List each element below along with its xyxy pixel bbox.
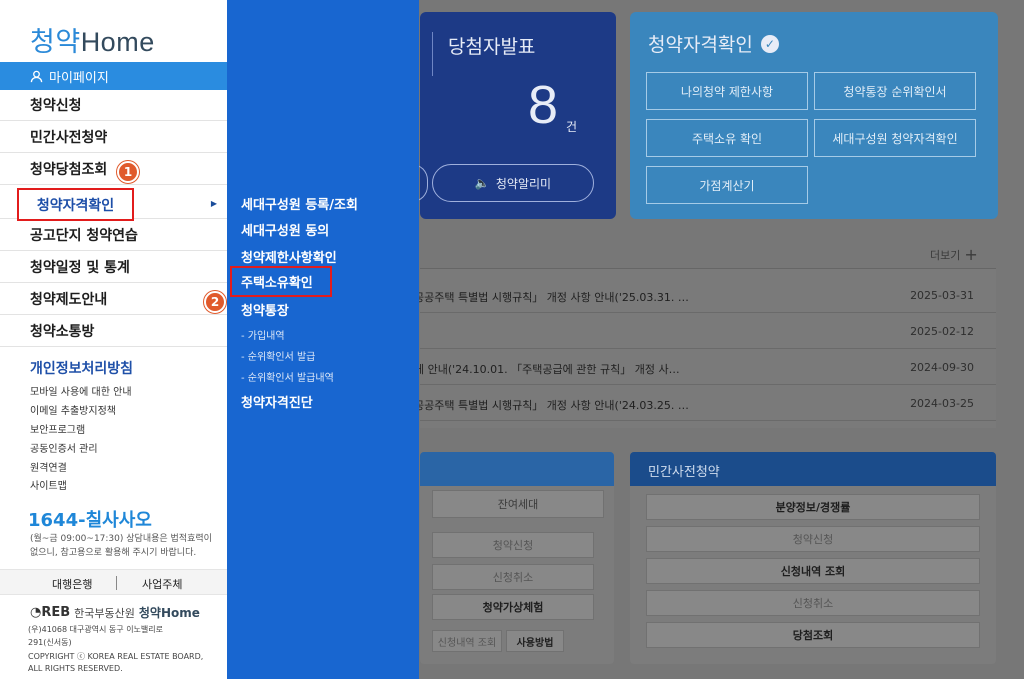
notice-row[interactable]: 공공주택 특별법 시행규칙」 개정 사항 안내('24.03.25. … 202…: [414, 385, 996, 421]
menu-item-system-guide[interactable]: 청약제도안내: [0, 284, 227, 315]
private-presale-panel: 민간사전청약 분양정보/경쟁률 청약신청 신청내역 조회 신청취소 당첨조회: [630, 452, 996, 664]
presale-cancel-button[interactable]: 신청취소: [646, 590, 980, 616]
business-entity-link[interactable]: 사업주체: [142, 576, 182, 592]
menu-item-private-presale[interactable]: 민간사전청약: [0, 122, 227, 153]
notice-date: 2025-02-12: [910, 325, 974, 338]
notice-date: 2025-03-31: [910, 289, 974, 302]
submenu-household-consent[interactable]: 세대구성원 동의: [241, 220, 329, 239]
address-line-2: 291(신서동): [28, 638, 72, 647]
remote-link[interactable]: 원격연결: [30, 459, 67, 474]
qual-title-text: 청약자격확인: [648, 34, 753, 56]
submenu-restriction-check[interactable]: 청약제한사항확인: [241, 247, 337, 266]
footer-site-logo: 청약Home: [139, 604, 200, 621]
howto-button[interactable]: 사용방법: [506, 630, 564, 652]
footer-separator: [116, 576, 117, 590]
copyright: COPYRIGHT ⓒ KOREA REAL ESTATE BOARD,: [28, 652, 204, 661]
plus-icon: +: [964, 245, 978, 264]
mobile-guide-link[interactable]: 모바일 사용에 대한 안내: [30, 383, 132, 398]
menu-item-practice[interactable]: 공고단지 청약연습: [0, 220, 227, 251]
notice-title: 공공주택 특별법 시행규칙」 개정 사항 안내('24.03.25. …: [414, 399, 689, 412]
phone-note: (월~금 09:00~17:30) 상담내용은 법적효력이 없으니, 참고용으로…: [30, 534, 212, 558]
qual-button-rank-certificate[interactable]: 청약통장 순위확인서: [814, 72, 976, 110]
submenu-rank-certificate-history[interactable]: - 순위확인서 발급내역: [241, 369, 334, 384]
winner-announcement-card[interactable]: 당첨자발표 8 건 🔈 청약알리미: [412, 12, 616, 219]
alarm-label: 청약알리미: [495, 176, 552, 191]
phone-number: 1644-칠사사오: [28, 510, 152, 531]
alarm-button[interactable]: 🔈 청약알리미: [432, 164, 594, 202]
footer-org: ◔REB 한국부동산원 청약Home: [30, 604, 200, 621]
submenu-household-register[interactable]: 세대구성원 등록/조회: [241, 194, 358, 213]
submenu-join-history[interactable]: - 가입내역: [241, 327, 285, 342]
apply-panel-header: [420, 452, 614, 486]
menu-item-schedule-stats[interactable]: 청약일정 및 통계: [0, 252, 227, 283]
menu-item-apply[interactable]: 청약신청: [0, 90, 227, 121]
certificate-link[interactable]: 공동인증서 관리: [30, 440, 98, 455]
step-badge-1: 1: [117, 161, 139, 183]
qual-title: 청약자격확인 ✓: [648, 30, 779, 57]
footer-logo-prefix: 청약: [138, 606, 161, 620]
cancel-apply-button[interactable]: 신청취소: [432, 564, 594, 590]
security-program-link[interactable]: 보안프로그램: [30, 421, 85, 436]
qual-button-restrictions[interactable]: 나의청약 제한사항: [646, 72, 808, 110]
submenu-savings-account[interactable]: 청약통장: [241, 300, 289, 319]
menu-item-communication[interactable]: 청약소통방: [0, 316, 227, 347]
notice-list: 공공주택 특별법 시행규칙」 개정 사항 안내('25.03.31. … 202…: [414, 268, 996, 428]
presale-winner-button[interactable]: 당첨조회: [646, 622, 980, 648]
more-label: 더보기: [930, 248, 961, 262]
notice-date: 2024-09-30: [910, 361, 974, 374]
caret-right-icon: ▶: [210, 198, 217, 208]
rights-reserved: ALL RIGHTS RESERVED.: [28, 664, 123, 673]
submenu-rank-certificate[interactable]: - 순위확인서 발급: [241, 348, 315, 363]
org-name: 한국부동산원: [74, 606, 135, 620]
logo-suffix: Home: [80, 27, 155, 57]
submenu-qualification-diagnosis[interactable]: 청약자격진단: [241, 392, 313, 411]
person-icon: [30, 70, 43, 82]
logo-prefix: 청약: [30, 27, 81, 57]
address-line-1: (우)41068 대구광역시 동구 이노밸리로: [28, 625, 163, 634]
remaining-units-button[interactable]: 잔여세대: [432, 490, 604, 518]
privacy-policy-link[interactable]: 개인정보처리방침: [30, 358, 133, 378]
mypage-link[interactable]: 마이페이지: [0, 62, 227, 90]
reb-logo-text: REB: [41, 605, 71, 620]
presale-apply-button[interactable]: 청약신청: [646, 526, 980, 552]
winner-title: 당첨자발표: [448, 36, 536, 58]
card-divider: [432, 32, 433, 76]
notice-title: 공공주택 특별법 시행규칙」 개정 사항 안내('25.03.31. …: [414, 291, 689, 304]
qual-button-household-qualification[interactable]: 세대구성원 청약자격확인: [814, 119, 976, 157]
submenu-home-ownership[interactable]: 주택소유확인: [230, 266, 332, 297]
notice-row[interactable]: 에 안내('24.10.01. 「주택공급에 관한 규칙」 개정 사… 2024…: [414, 349, 996, 385]
highlighted-qualification-item[interactable]: 청약자격확인: [17, 188, 134, 221]
notice-row[interactable]: 공공주택 특별법 시행규칙」 개정 사항 안내('25.03.31. … 202…: [414, 277, 996, 313]
qual-button-home-ownership[interactable]: 주택소유 확인: [646, 119, 808, 157]
qualification-card: 청약자격확인 ✓ 나의청약 제한사항 청약통장 순위확인서 주택소유 확인 세대…: [630, 12, 998, 219]
winner-count: 8: [528, 75, 559, 135]
history-button[interactable]: 신청내역 조회: [432, 630, 502, 652]
virtual-practice-button[interactable]: 청약가상체험: [432, 594, 594, 620]
notice-title: 에 안내('24.10.01. 「주택공급에 관한 규칙」 개정 사…: [414, 363, 680, 376]
private-presale-title: 민간사전청약: [630, 452, 996, 486]
step-badge-2: 2: [204, 291, 226, 313]
reb-logo: ◔REB: [30, 605, 71, 620]
qual-button-point-calculator[interactable]: 가점계산기: [646, 166, 808, 204]
winner-unit: 건: [566, 120, 578, 134]
apply-panel: 잔여세대 청약신청 신청취소 청약가상체험 신청내역 조회 사용방법: [420, 452, 614, 664]
sidebar: 청약Home 마이페이지 청약신청 민간사전청약 청약당첨조회 ▶ 공고단지 청…: [0, 0, 227, 679]
presale-info-button[interactable]: 분양정보/경쟁률: [646, 494, 980, 520]
notice-row[interactable]: 2025-02-12: [420, 313, 996, 349]
check-icon: ✓: [760, 34, 779, 53]
mypage-label: 마이페이지: [49, 70, 109, 86]
sitemap-link[interactable]: 사이트맵: [30, 477, 67, 492]
speaker-icon: 🔈: [474, 176, 490, 190]
qualification-submenu: 세대구성원 등록/조회 세대구성원 동의 청약제한사항확인 주택소유확인 2 청…: [204, 0, 419, 679]
apply-button[interactable]: 청약신청: [432, 532, 594, 558]
menu-item-winner-check[interactable]: 청약당첨조회: [0, 154, 227, 185]
agent-bank-link[interactable]: 대행은행: [52, 576, 92, 592]
notice-date: 2024-03-25: [910, 397, 974, 410]
more-link[interactable]: 더보기 +: [930, 245, 978, 264]
footer-logo-suffix: Home: [160, 606, 200, 620]
email-policy-link[interactable]: 이메일 추출방지정책: [30, 402, 116, 417]
presale-history-button[interactable]: 신청내역 조회: [646, 558, 980, 584]
footer-links: 대행은행 사업주체: [0, 569, 227, 595]
site-logo[interactable]: 청약Home: [30, 20, 155, 59]
